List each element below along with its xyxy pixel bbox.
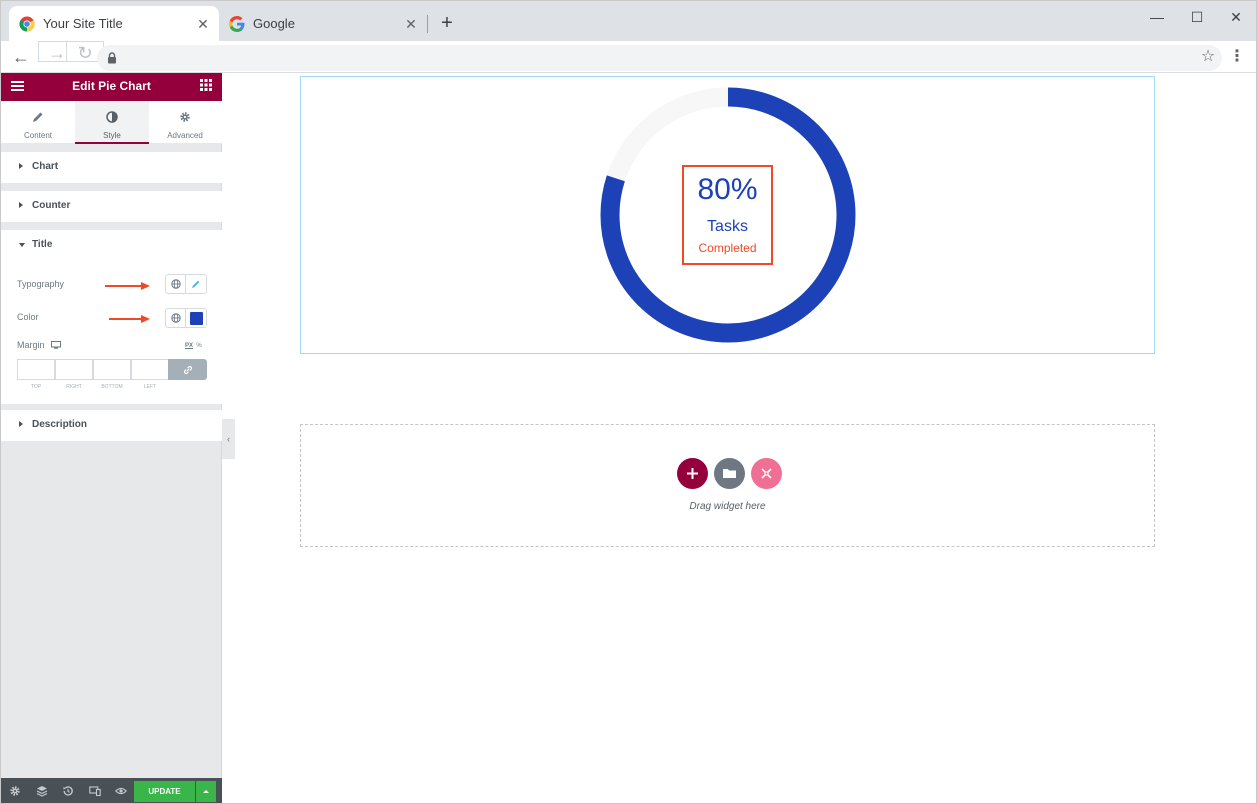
drop-zone-hint: Drag widget here: [689, 501, 766, 512]
unit-percent[interactable]: %: [196, 343, 201, 349]
tab-your-site-title[interactable]: Your Site Title ✕: [9, 6, 219, 41]
globe-icon: [171, 279, 181, 289]
caret-down-icon: [19, 243, 25, 247]
section-title: Title: [32, 239, 53, 250]
close-tab-icon[interactable]: ✕: [403, 16, 419, 32]
caret-right-icon: [19, 202, 23, 208]
layers-icon[interactable]: [36, 785, 48, 797]
typography-controls: [165, 274, 207, 294]
caret-up-icon: [203, 790, 209, 793]
margin-label: Margin: [17, 340, 45, 350]
new-tab-icon[interactable]: +: [437, 13, 457, 33]
tab-label: Content: [23, 131, 53, 140]
contrast-icon: [106, 111, 118, 123]
update-options-button[interactable]: [196, 781, 216, 802]
typography-label: Typography: [17, 279, 65, 289]
tab-google[interactable]: Google ✕: [219, 6, 427, 41]
folder-icon: [723, 469, 736, 478]
window-close-icon[interactable]: ✕: [1224, 7, 1248, 27]
color-label: Color: [17, 312, 39, 322]
widgets-grid-icon[interactable]: [200, 79, 212, 91]
preview-eye-icon[interactable]: [115, 785, 127, 797]
margin-left-input[interactable]: [131, 359, 169, 380]
tab-style[interactable]: Style: [75, 101, 149, 144]
browser-toolbar: ← → ↻ ☆ ⋮: [1, 41, 1256, 73]
lock-icon: [108, 52, 116, 64]
globe-icon: [171, 313, 181, 323]
tab-title: Your Site Title: [43, 16, 123, 31]
section-chart[interactable]: Chart: [1, 152, 222, 183]
desktop-icon[interactable]: [51, 341, 61, 349]
red-arrow-icon: [105, 282, 150, 290]
tab-label: Style: [103, 131, 121, 140]
panel-title: Edit Pie Chart: [72, 79, 151, 93]
tab-label: Advanced: [167, 131, 203, 140]
minimize-icon[interactable]: —: [1145, 7, 1169, 27]
margin-right-input[interactable]: [55, 359, 93, 380]
tab-separator: [427, 15, 428, 33]
red-arrow-icon: [109, 315, 150, 323]
percent-counter: 80%: [697, 173, 758, 206]
plus-icon: [687, 468, 698, 479]
typography-global-button[interactable]: [166, 275, 186, 293]
color-picker-button[interactable]: [186, 309, 206, 327]
dim-label-right: RIGHT: [66, 384, 82, 390]
dim-label-bottom: BOTTOM: [101, 384, 123, 390]
history-icon[interactable]: [62, 785, 74, 797]
caret-right-icon: [19, 421, 23, 427]
dim-label-top: TOP: [30, 384, 42, 390]
section-title[interactable]: Title: [1, 230, 222, 261]
section-description[interactable]: Description: [1, 410, 222, 441]
section-title: Counter: [32, 200, 71, 211]
tab-title: Google: [253, 16, 295, 31]
back-arrow-icon[interactable]: ←: [10, 46, 32, 68]
margin-top-input[interactable]: [17, 359, 55, 380]
update-button[interactable]: UPDATE: [134, 781, 195, 802]
unit-switcher: PX %: [185, 343, 202, 349]
editor-panel: Edit Pie Chart Content Style Advanced Ch…: [1, 73, 222, 803]
tab-strip: Your Site Title ✕ Google ✕ + — ☐ ✕: [1, 1, 1256, 41]
dim-label-left: LEFT: [143, 384, 157, 390]
browser-window: Your Site Title ✕ Google ✕ + — ☐ ✕ ← → ↻: [0, 0, 1257, 804]
margin-bottom-input[interactable]: [93, 359, 131, 380]
panel-collapse-toggle[interactable]: ‹: [222, 419, 235, 459]
panel-header: Edit Pie Chart: [1, 73, 222, 101]
link-icon: [183, 365, 193, 375]
settings-icon[interactable]: [9, 785, 21, 797]
title-highlight-box: 80% Tasks Completed: [682, 165, 773, 265]
gear-icon: [180, 112, 190, 122]
unit-px[interactable]: PX: [185, 343, 193, 349]
bookmark-star-icon[interactable]: ☆: [1198, 47, 1218, 67]
chart-description: Completed: [698, 241, 757, 255]
chrome-icon: [19, 16, 35, 32]
pencil-icon: [33, 112, 43, 122]
section-counter[interactable]: Counter: [1, 191, 222, 222]
typography-edit-button[interactable]: [186, 275, 206, 293]
tab-content[interactable]: Content: [1, 101, 75, 144]
browser-menu-icon[interactable]: ⋮: [1229, 47, 1245, 67]
chart-title: Tasks: [707, 218, 748, 235]
close-tab-icon[interactable]: ✕: [195, 16, 211, 32]
title-controls: Typography Color Margin: [1, 261, 222, 404]
maximize-icon[interactable]: ☐: [1185, 7, 1209, 27]
color-swatch: [190, 312, 203, 325]
caret-right-icon: [19, 163, 23, 169]
address-bar[interactable]: [97, 45, 1222, 71]
tools-icon: [761, 468, 772, 479]
add-template-button[interactable]: [714, 458, 745, 489]
tab-advanced[interactable]: Advanced: [148, 101, 222, 144]
addon-template-button[interactable]: [751, 458, 782, 489]
link-values-button[interactable]: [168, 359, 207, 380]
section-title: Chart: [32, 161, 59, 172]
panel-tabs: Content Style Advanced: [1, 101, 222, 144]
responsive-icon[interactable]: [89, 785, 101, 797]
section-title: Description: [32, 419, 88, 430]
color-controls: [165, 308, 207, 328]
add-section-button[interactable]: [677, 458, 708, 489]
color-global-button[interactable]: [166, 309, 186, 327]
google-icon: [229, 15, 245, 32]
pencil-icon: [192, 280, 200, 288]
panel-footer: UPDATE: [1, 778, 222, 803]
margin-inputs: [17, 359, 207, 381]
